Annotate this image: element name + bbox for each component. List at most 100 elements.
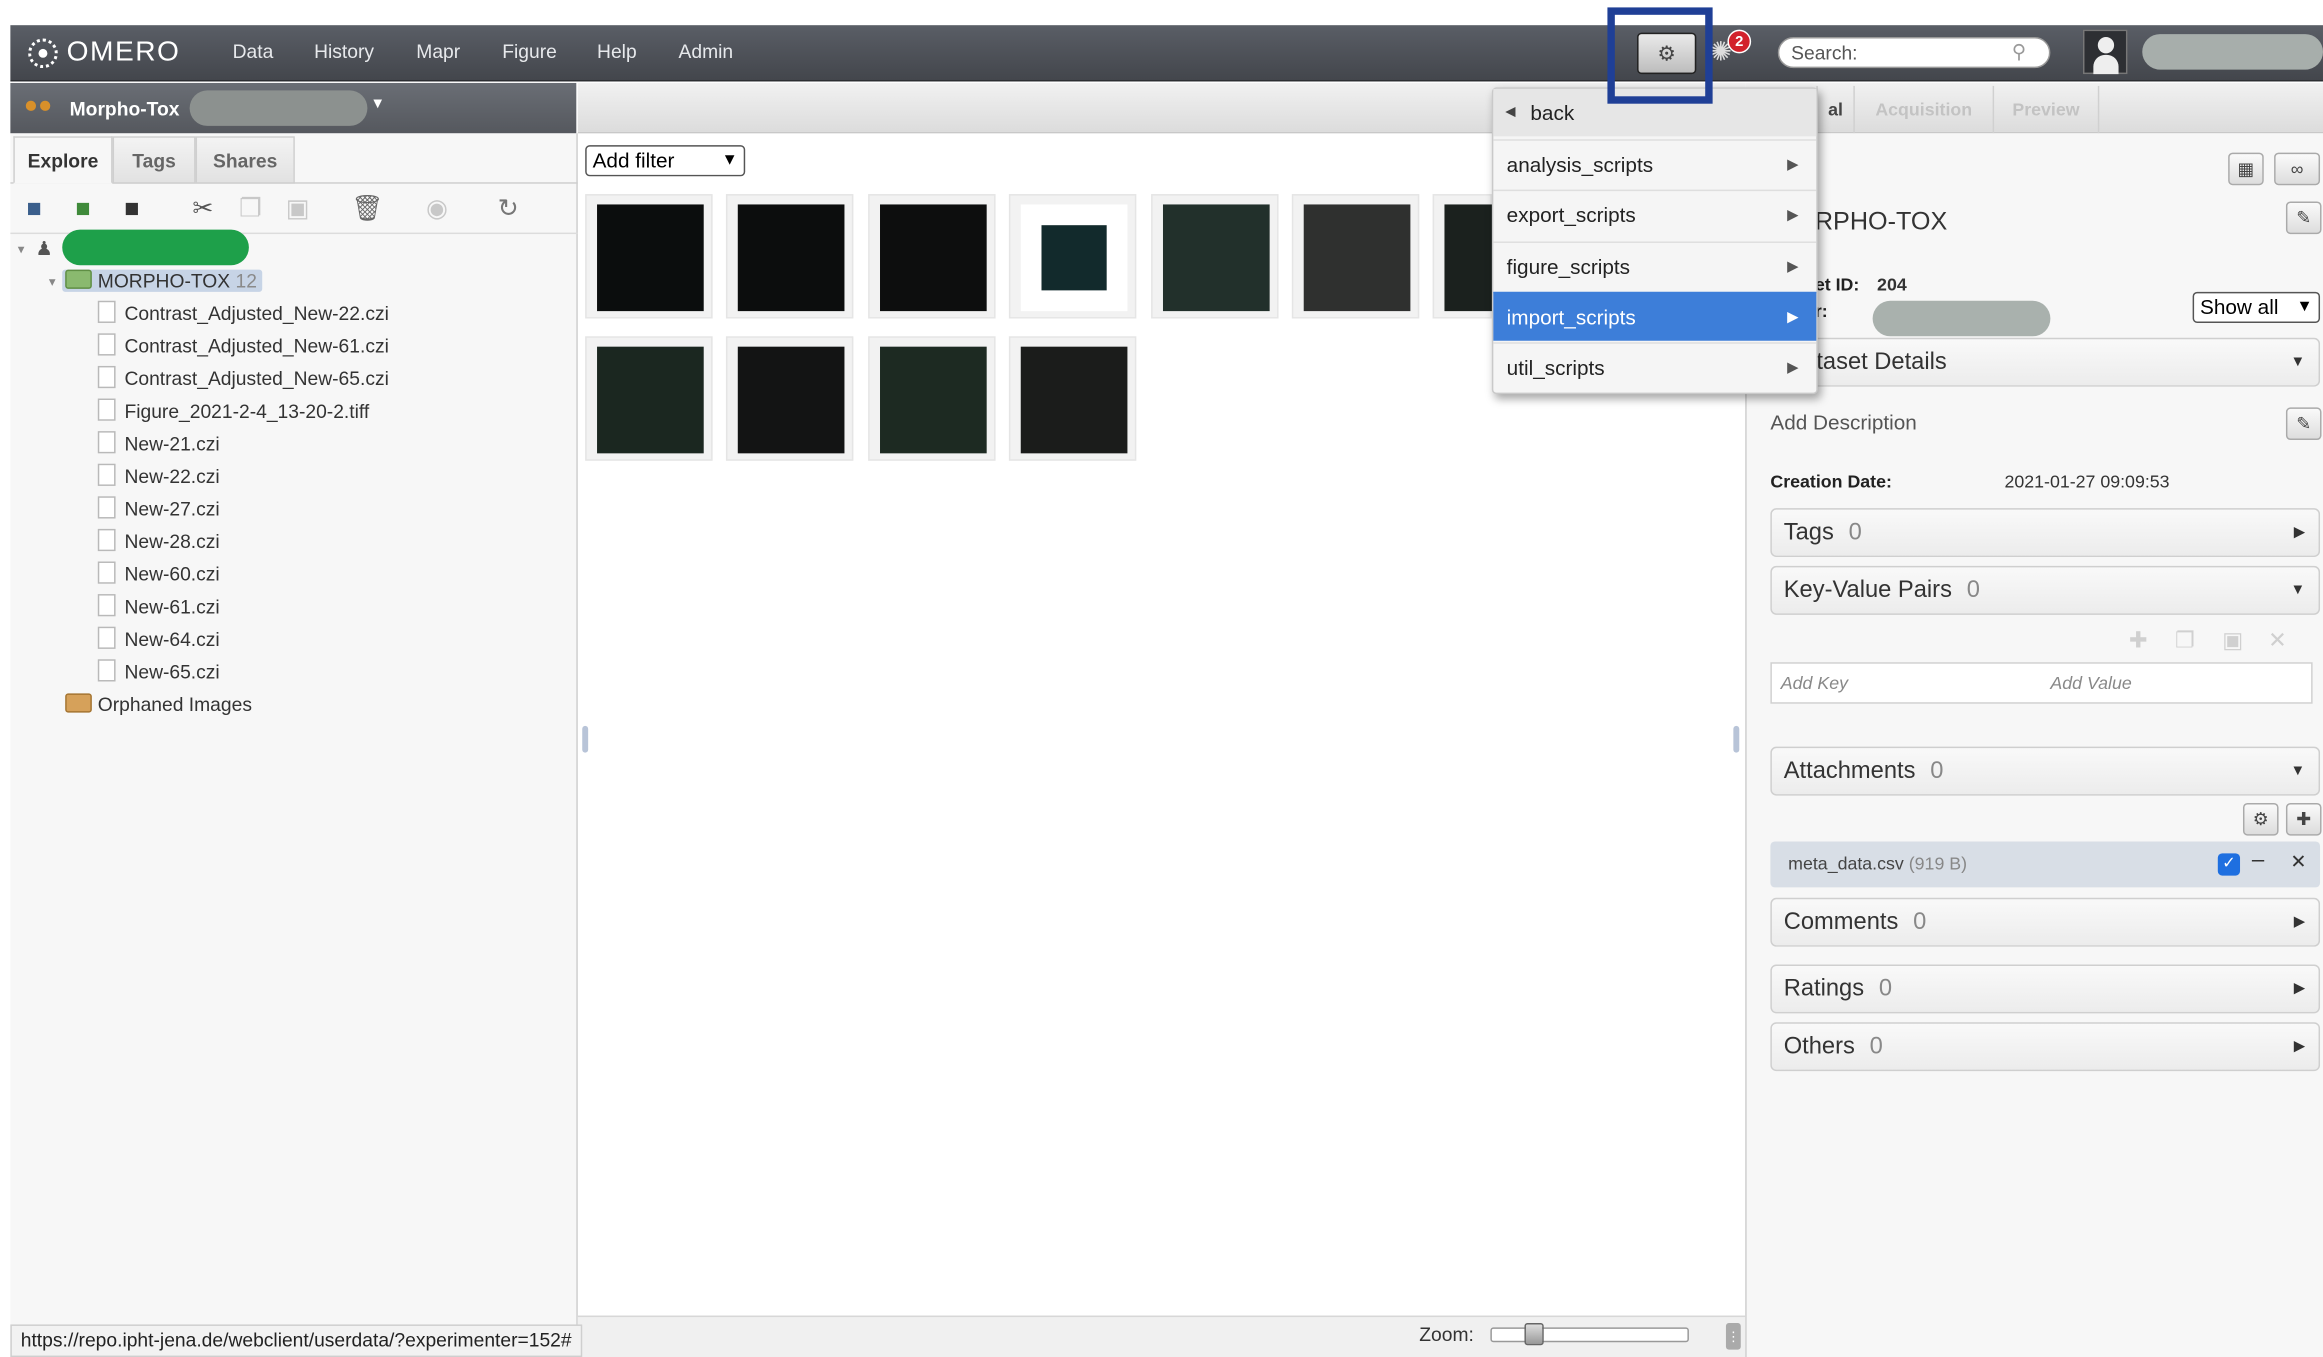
image-thumbnail[interactable] [868, 194, 996, 319]
image-thumbnail[interactable] [1151, 194, 1279, 319]
add-attachment-icon[interactable]: ✚ [2285, 802, 2322, 836]
image-thumbnail[interactable] [1008, 194, 1137, 319]
image-file-icon [97, 366, 116, 389]
menu-item-analysis-scripts[interactable]: analysis_scripts ▶ [1493, 139, 1817, 188]
ratings-section[interactable]: Ratings 0 ▶ [1770, 964, 2321, 1014]
image-thumbnail[interactable] [868, 336, 996, 461]
add-description-label[interactable]: Add Description [1770, 410, 1916, 434]
tree-image-item[interactable]: New-21.czi [97, 430, 220, 460]
tree-image-item[interactable]: Contrast_Adjusted_New-22.czi [97, 299, 389, 329]
right-resize-handle[interactable] [1733, 725, 1740, 753]
tab-preview[interactable]: Preview [1992, 85, 2100, 134]
dataset-folder-icon [65, 269, 92, 289]
tree-image-item[interactable]: Figure_2021-2-4_13-20-2.tiff [97, 397, 370, 427]
menu-item-figure-scripts[interactable]: figure_scripts ▶ [1493, 241, 1817, 290]
nav-data[interactable]: Data [233, 40, 274, 62]
submenu-arrow-icon: ▶ [1787, 309, 1799, 326]
others-label: Others [1783, 1034, 1855, 1060]
nav-help[interactable]: Help [597, 40, 637, 62]
delete-attachment-icon[interactable]: ✕ [2290, 850, 2306, 874]
edit-name-icon[interactable]: ✎ [2285, 201, 2322, 235]
image-thumbnail[interactable] [585, 336, 713, 461]
user-name-redacted[interactable] [2142, 34, 2323, 70]
menu-item-export-scripts[interactable]: export_scripts ▶ [1493, 189, 1817, 239]
zoom-slider[interactable] [1490, 1327, 1689, 1343]
tab-explore[interactable]: Explore [13, 136, 113, 184]
left-resize-handle[interactable] [582, 725, 589, 753]
cut-icon[interactable]: ✂ [187, 193, 220, 226]
tree-image-item[interactable]: New-60.czi [97, 560, 220, 590]
add-key-input[interactable]: Add Key [1781, 673, 1848, 694]
link-icon[interactable]: ∞ [2274, 152, 2321, 186]
tree-image-item[interactable]: New-28.czi [97, 527, 220, 557]
grid-view-icon[interactable]: ▦ [2228, 152, 2264, 186]
attachment-scripts-icon[interactable]: ⚙ [2242, 802, 2279, 836]
attachments-section[interactable]: Attachments 0 ▼ [1770, 746, 2321, 796]
chevron-down-icon: ▼ [2290, 354, 2306, 371]
tab-tags[interactable]: Tags [112, 136, 196, 184]
others-section[interactable]: Others 0 ▶ [1770, 1022, 2321, 1072]
user-avatar[interactable] [2082, 29, 2128, 75]
chevron-down-icon[interactable]: ▼ [370, 96, 385, 112]
edit-description-icon[interactable]: ✎ [2285, 407, 2322, 441]
image-thumbnail[interactable] [1008, 336, 1137, 461]
attachment-checkbox[interactable]: ✓ [2217, 853, 2241, 876]
layout-toggle-icon[interactable]: ⋮ [1725, 1322, 1741, 1350]
menu-item-import-scripts[interactable]: import_scripts ▶ [1493, 291, 1817, 341]
tab-general[interactable]: al [1816, 85, 1853, 134]
create-dataset-icon[interactable]: ■ [67, 193, 100, 226]
tree-image-label: Contrast_Adjusted_New-65.czi [124, 367, 389, 390]
delete-icon[interactable]: 🗑 [351, 193, 384, 226]
image-thumbnail[interactable] [725, 194, 854, 319]
zoom-slider-handle[interactable] [1524, 1322, 1544, 1346]
attachment-filename: meta_data.csv [1788, 853, 1904, 875]
dataset-toggle-icon[interactable]: ▾ [49, 267, 56, 297]
tab-acquisition[interactable]: Acquisition [1853, 85, 1992, 134]
omero-logo[interactable]: OMERO [28, 34, 180, 73]
tree-image-item[interactable]: New-61.czi [97, 593, 220, 623]
search-input[interactable]: Search: [1777, 37, 2051, 69]
menu-item-util-scripts[interactable]: util_scripts ▶ [1493, 342, 1817, 391]
nav-history[interactable]: History [314, 40, 374, 62]
create-screen-icon[interactable]: ■ [116, 193, 149, 226]
image-thumbnail[interactable] [1291, 194, 1420, 319]
add-kv-icon: ✚ [2128, 628, 2148, 654]
nav-figure[interactable]: Figure [502, 40, 557, 62]
tree-image-item[interactable]: New-64.czi [97, 625, 220, 655]
creation-date-label: Creation Date: [1770, 471, 1892, 492]
submenu-arrow-icon: ▶ [1787, 360, 1799, 377]
tree-image-item[interactable]: New-65.czi [97, 658, 220, 688]
nav-admin[interactable]: Admin [679, 40, 734, 62]
tree-image-item[interactable]: New-27.czi [97, 495, 220, 525]
tags-section[interactable]: Tags 0 ▶ [1770, 508, 2321, 558]
search-icon[interactable]: ⚲ [2012, 40, 2026, 64]
image-thumbnail[interactable] [585, 194, 713, 319]
refresh-icon[interactable]: ↻ [492, 193, 525, 226]
attachment-name[interactable]: meta_data.csv (919 B) [1788, 853, 1967, 874]
group-name[interactable]: Morpho-Tox [70, 98, 180, 120]
create-project-icon[interactable]: ■ [18, 193, 51, 226]
comments-section[interactable]: Comments 0 ▶ [1770, 897, 2321, 947]
attachment-size: (919 B) [1908, 853, 1968, 875]
show-all-label: Show all [2200, 294, 2279, 319]
tree-image-item[interactable]: New-22.czi [97, 462, 220, 492]
tree-image-item[interactable]: Contrast_Adjusted_New-61.czi [97, 332, 389, 362]
tree-orphaned-images[interactable]: Orphaned Images [65, 690, 252, 720]
tree-image-item[interactable]: Contrast_Adjusted_New-65.czi [97, 364, 389, 394]
image-thumbnail[interactable] [1432, 194, 1494, 319]
nav-mapr[interactable]: Mapr [416, 40, 460, 62]
expand-toggle-icon[interactable]: ▾ [18, 234, 25, 264]
tab-shares[interactable]: Shares [195, 136, 295, 184]
key-value-section[interactable]: Key-Value Pairs 0 ▼ [1770, 565, 2321, 615]
tree-user-redacted[interactable] [62, 229, 249, 266]
menu-item-label: util_scripts [1506, 355, 1605, 380]
image-thumbnail[interactable] [725, 336, 854, 461]
dataset-details-header[interactable]: taset Details ▼ [1770, 337, 2321, 387]
add-value-input[interactable]: Add Value [2050, 673, 2131, 694]
user-icon: ♟ [35, 237, 53, 260]
menu-item-label: figure_scripts [1506, 254, 1631, 279]
remove-attachment-icon[interactable]: – [2252, 847, 2264, 872]
add-filter-select[interactable]: Add filter ▼ [585, 145, 746, 177]
tree-dataset[interactable]: MORPHO-TOX 12 [62, 267, 263, 297]
show-all-select[interactable]: Show all ▼ [2192, 291, 2321, 323]
